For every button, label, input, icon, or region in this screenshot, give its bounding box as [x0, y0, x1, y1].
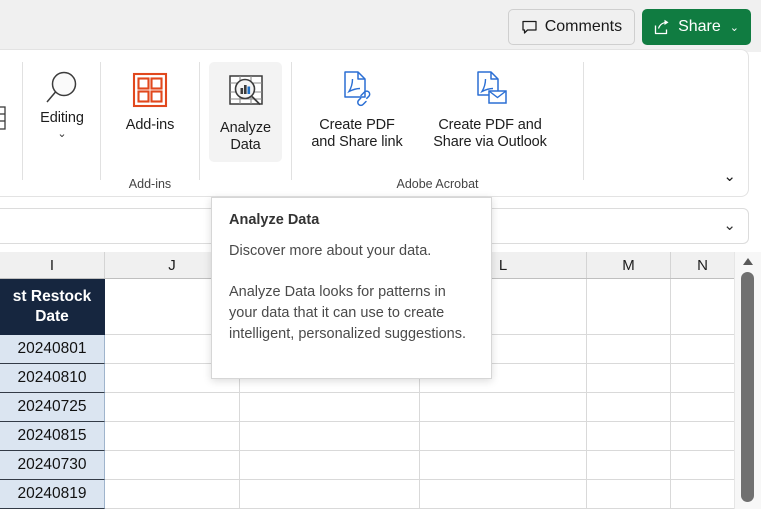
tooltip-subtitle: Discover more about your data.: [229, 243, 432, 259]
cell-K5[interactable]: [240, 422, 420, 451]
column-header-M[interactable]: M: [587, 252, 671, 278]
cell-L4[interactable]: [420, 393, 587, 422]
addins-label: Add-ins: [125, 117, 175, 133]
create-pdf-share-link-button[interactable]: Create PDF and Share link: [302, 62, 412, 155]
create-pdf-share-outlook-label-line1: Create PDF and: [438, 117, 542, 133]
ribbon-group-addins: Add-ins Add-ins: [101, 50, 199, 196]
table-row[interactable]: 20240819: [0, 480, 105, 509]
partial-cutoff-icon: [0, 106, 9, 137]
table-header-line1: st Restock: [12, 287, 92, 305]
cell-N6[interactable]: [671, 451, 735, 480]
table-header-cell-last-restock-date[interactable]: st Restock Date: [0, 279, 105, 335]
analyze-data-tooltip: Analyze Data Discover more about your da…: [211, 197, 492, 379]
cell-N3[interactable]: [671, 364, 735, 393]
analyze-data-button[interactable]: Analyze Data: [209, 62, 282, 162]
cell-N1[interactable]: [671, 279, 735, 335]
comments-button[interactable]: Comments: [507, 9, 636, 45]
create-pdf-share-link-label-line1: Create PDF: [319, 117, 395, 133]
tooltip-body: Analyze Data looks for patterns in your …: [229, 284, 466, 342]
analyze-data-icon: [224, 70, 268, 114]
ribbon-group-editing: Editing ⌄: [23, 50, 100, 196]
cell-L6[interactable]: [420, 451, 587, 480]
table-row[interactable]: 20240815: [0, 422, 105, 451]
cell-M5[interactable]: [587, 422, 671, 451]
cell-N4[interactable]: [671, 393, 735, 422]
analyze-data-label-line1: Analyze: [220, 120, 271, 136]
cell-N7[interactable]: [671, 480, 735, 509]
triangle-up-icon: [742, 257, 754, 266]
column-header-I[interactable]: I: [0, 252, 105, 278]
scrollbar-thumb[interactable]: [741, 272, 754, 502]
cell-M2[interactable]: [587, 335, 671, 364]
ribbon-collapse-chevron-icon[interactable]: ⌄: [723, 169, 736, 184]
editing-label: Editing: [40, 110, 84, 126]
column-header-N[interactable]: N: [671, 252, 735, 278]
cell-N2[interactable]: [671, 335, 735, 364]
create-pdf-share-link-label-line2: and Share link: [311, 134, 403, 150]
addins-button[interactable]: Add-ins: [115, 62, 185, 138]
cell-J6[interactable]: [105, 451, 240, 480]
create-pdf-share-outlook-label-line2: Share via Outlook: [433, 134, 547, 150]
comment-bubble-icon: [521, 19, 538, 36]
pdf-mail-icon: [468, 69, 512, 111]
cell-K4[interactable]: [240, 393, 420, 422]
table-row[interactable]: 20240730: [0, 451, 105, 480]
analyze-data-label-line2: Data: [230, 137, 261, 153]
table-header-line2: Date: [35, 307, 69, 325]
cell-J7[interactable]: [105, 480, 240, 509]
cell-M3[interactable]: [587, 364, 671, 393]
cell-M1[interactable]: [587, 279, 671, 335]
comments-label: Comments: [544, 18, 623, 35]
vertical-scrollbar[interactable]: [734, 252, 761, 509]
cell-L5[interactable]: [420, 422, 587, 451]
ribbon: Editing ⌄ Add-ins Add-ins Analyze Data C…: [0, 49, 749, 197]
ribbon-group-analysis: Analyze Data: [200, 50, 291, 196]
cell-K6[interactable]: [240, 451, 420, 480]
cell-L7[interactable]: [420, 480, 587, 509]
top-command-bar: Comments Share ⌄: [0, 0, 761, 52]
ribbon-group-adobe-acrobat: Create PDF and Share link Create PDF and…: [292, 50, 583, 196]
cell-J4[interactable]: [105, 393, 240, 422]
top-bar-actions: Comments Share ⌄: [507, 9, 751, 45]
addins-grid-icon: [129, 69, 171, 111]
table-row[interactable]: 20240725: [0, 393, 105, 422]
cell-M4[interactable]: [587, 393, 671, 422]
magnifier-icon: [40, 68, 84, 110]
cell-M7[interactable]: [587, 480, 671, 509]
share-button[interactable]: Share ⌄: [642, 9, 751, 45]
table-row[interactable]: 20240810: [0, 364, 105, 393]
create-pdf-share-outlook-button[interactable]: Create PDF and Share via Outlook: [420, 62, 560, 155]
adobe-acrobat-group-label: Adobe Acrobat: [396, 177, 479, 191]
addins-group-label: Add-ins: [128, 177, 172, 191]
chevron-down-icon: ⌄: [57, 128, 67, 140]
cell-N5[interactable]: [671, 422, 735, 451]
formula-bar-expand-chevron-icon[interactable]: ⌄: [723, 218, 736, 233]
editing-button[interactable]: Editing ⌄: [29, 62, 95, 144]
pdf-link-icon: [335, 69, 379, 111]
excel-window: Comments Share ⌄ Editing ⌄ Add-ins Add-i…: [0, 0, 761, 509]
tooltip-title: Analyze Data: [229, 212, 320, 228]
share-arrow-icon: [653, 18, 671, 36]
share-label: Share: [678, 18, 721, 35]
chevron-down-icon: ⌄: [729, 21, 739, 34]
table-row[interactable]: 20240801: [0, 335, 105, 364]
scroll-up-button[interactable]: [735, 252, 761, 270]
cell-J5[interactable]: [105, 422, 240, 451]
group-separator: [583, 62, 584, 180]
cell-K7[interactable]: [240, 480, 420, 509]
cell-M6[interactable]: [587, 451, 671, 480]
